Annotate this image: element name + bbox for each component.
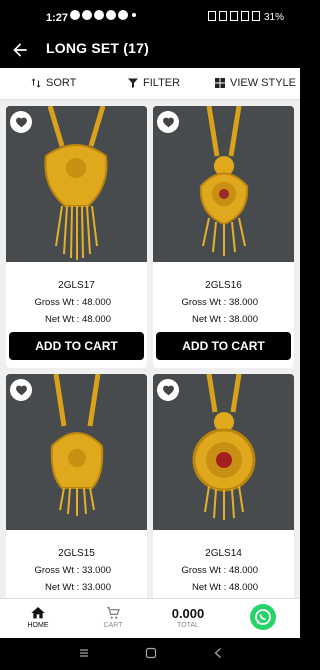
favorite-button[interactable] xyxy=(157,379,179,401)
whatsapp-button[interactable] xyxy=(250,604,276,630)
sort-icon xyxy=(31,78,41,88)
filter-icon xyxy=(128,78,138,88)
grid-view-icon xyxy=(215,78,225,88)
back-system-icon[interactable] xyxy=(212,647,224,659)
total-value: 0.000 xyxy=(171,606,205,621)
net-weight: Net Wt : 48.000 xyxy=(44,314,111,325)
battery-percent: 31% xyxy=(263,12,284,23)
snapchat-notification-icon xyxy=(82,10,92,20)
product-card[interactable]: 2GLS15 Gross Wt : 33.000 Net Wt : 33.000 xyxy=(6,374,147,598)
notification-icons xyxy=(70,10,136,20)
volte-icon xyxy=(241,11,249,21)
vibrate-icon xyxy=(219,11,227,21)
system-nav-bar xyxy=(0,638,300,670)
heart-icon xyxy=(15,385,27,395)
product-info: 2GLS14 Gross Wt : 48.000 Net Wt : 48.000 xyxy=(153,530,294,593)
gross-weight: Gross Wt : 48.000 xyxy=(34,297,111,308)
net-weight: Net Wt : 38.000 xyxy=(191,314,258,325)
product-info: 2GLS15 Gross Wt : 33.000 Net Wt : 33.000 xyxy=(6,530,147,593)
signal-icon xyxy=(252,11,260,21)
status-bar: 1:27 31% xyxy=(0,0,300,34)
favorite-button[interactable] xyxy=(10,111,32,133)
page-title: LONG SET (17) xyxy=(46,40,149,56)
gross-weight: Gross Wt : 38.000 xyxy=(181,297,258,308)
nav-cart-label: CART xyxy=(103,622,123,629)
gross-weight: Gross Wt : 48.000 xyxy=(181,565,258,576)
product-card[interactable]: 2GLS16 Gross Wt : 38.000 Net Wt : 38.000… xyxy=(153,106,294,368)
nav-total: 0.000 TOTAL xyxy=(160,605,216,629)
favorite-button[interactable] xyxy=(157,111,179,133)
filter-button[interactable]: FILTER xyxy=(127,77,180,89)
product-card[interactable]: 2GLS14 Gross Wt : 48.000 Net Wt : 48.000 xyxy=(153,374,294,598)
heart-icon xyxy=(15,117,27,127)
product-grid: 2GLS17 Gross Wt : 48.000 Net Wt : 48.000… xyxy=(0,100,300,598)
bottom-nav: HOME CART 0.000 TOTAL xyxy=(0,598,300,638)
filter-label: FILTER xyxy=(143,77,181,89)
view-style-label: VIEW STYLE xyxy=(230,77,297,89)
add-to-cart-button[interactable]: ADD TO CART xyxy=(9,332,144,360)
more-notifications-icon xyxy=(132,13,136,17)
whatsapp-notification-icon xyxy=(70,10,80,20)
app-header: LONG SET (17) xyxy=(0,34,300,68)
sort-button[interactable]: SORT xyxy=(30,77,76,89)
back-arrow-icon[interactable] xyxy=(10,40,30,60)
product-image[interactable] xyxy=(6,106,147,262)
product-image[interactable] xyxy=(153,106,294,262)
nav-cart[interactable]: CART xyxy=(97,605,129,629)
product-code: 2GLS17 xyxy=(58,280,95,291)
product-image[interactable] xyxy=(6,374,147,530)
product-info: 2GLS17 Gross Wt : 48.000 Net Wt : 48.000… xyxy=(6,262,147,360)
toolbar: SORT FILTER VIEW STYLE xyxy=(0,68,300,100)
net-weight: Net Wt : 33.000 xyxy=(44,582,111,593)
product-image[interactable] xyxy=(153,374,294,530)
nav-home-label: HOME xyxy=(27,622,49,629)
heart-icon xyxy=(162,117,174,127)
gross-weight: Gross Wt : 33.000 xyxy=(34,565,111,576)
nfc-icon xyxy=(208,11,216,21)
messenger-notification-icon xyxy=(106,10,116,20)
home-icon xyxy=(31,607,45,619)
message-notification-icon xyxy=(94,10,104,20)
home-system-icon[interactable] xyxy=(145,647,157,659)
add-to-cart-button[interactable]: ADD TO CART xyxy=(156,332,291,360)
product-code: 2GLS14 xyxy=(205,548,242,559)
nav-home[interactable]: HOME xyxy=(22,605,54,629)
alarm-icon xyxy=(230,11,238,21)
product-code: 2GLS15 xyxy=(58,548,95,559)
favorite-button[interactable] xyxy=(10,379,32,401)
view-style-button[interactable]: VIEW STYLE xyxy=(214,77,296,89)
heart-icon xyxy=(162,385,174,395)
sort-label: SORT xyxy=(46,77,77,89)
system-status-icons xyxy=(208,11,260,21)
product-code: 2GLS16 xyxy=(205,280,242,291)
total-label: TOTAL xyxy=(177,622,199,629)
recent-apps-icon[interactable] xyxy=(78,647,90,659)
status-time: 1:27 xyxy=(46,12,69,24)
net-weight: Net Wt : 48.000 xyxy=(191,582,258,593)
product-info: 2GLS16 Gross Wt : 38.000 Net Wt : 38.000… xyxy=(153,262,294,360)
product-card[interactable]: 2GLS17 Gross Wt : 48.000 Net Wt : 48.000… xyxy=(6,106,147,368)
whatsapp-icon xyxy=(255,609,271,625)
telegram-notification-icon xyxy=(118,10,128,20)
cart-icon xyxy=(107,607,120,619)
